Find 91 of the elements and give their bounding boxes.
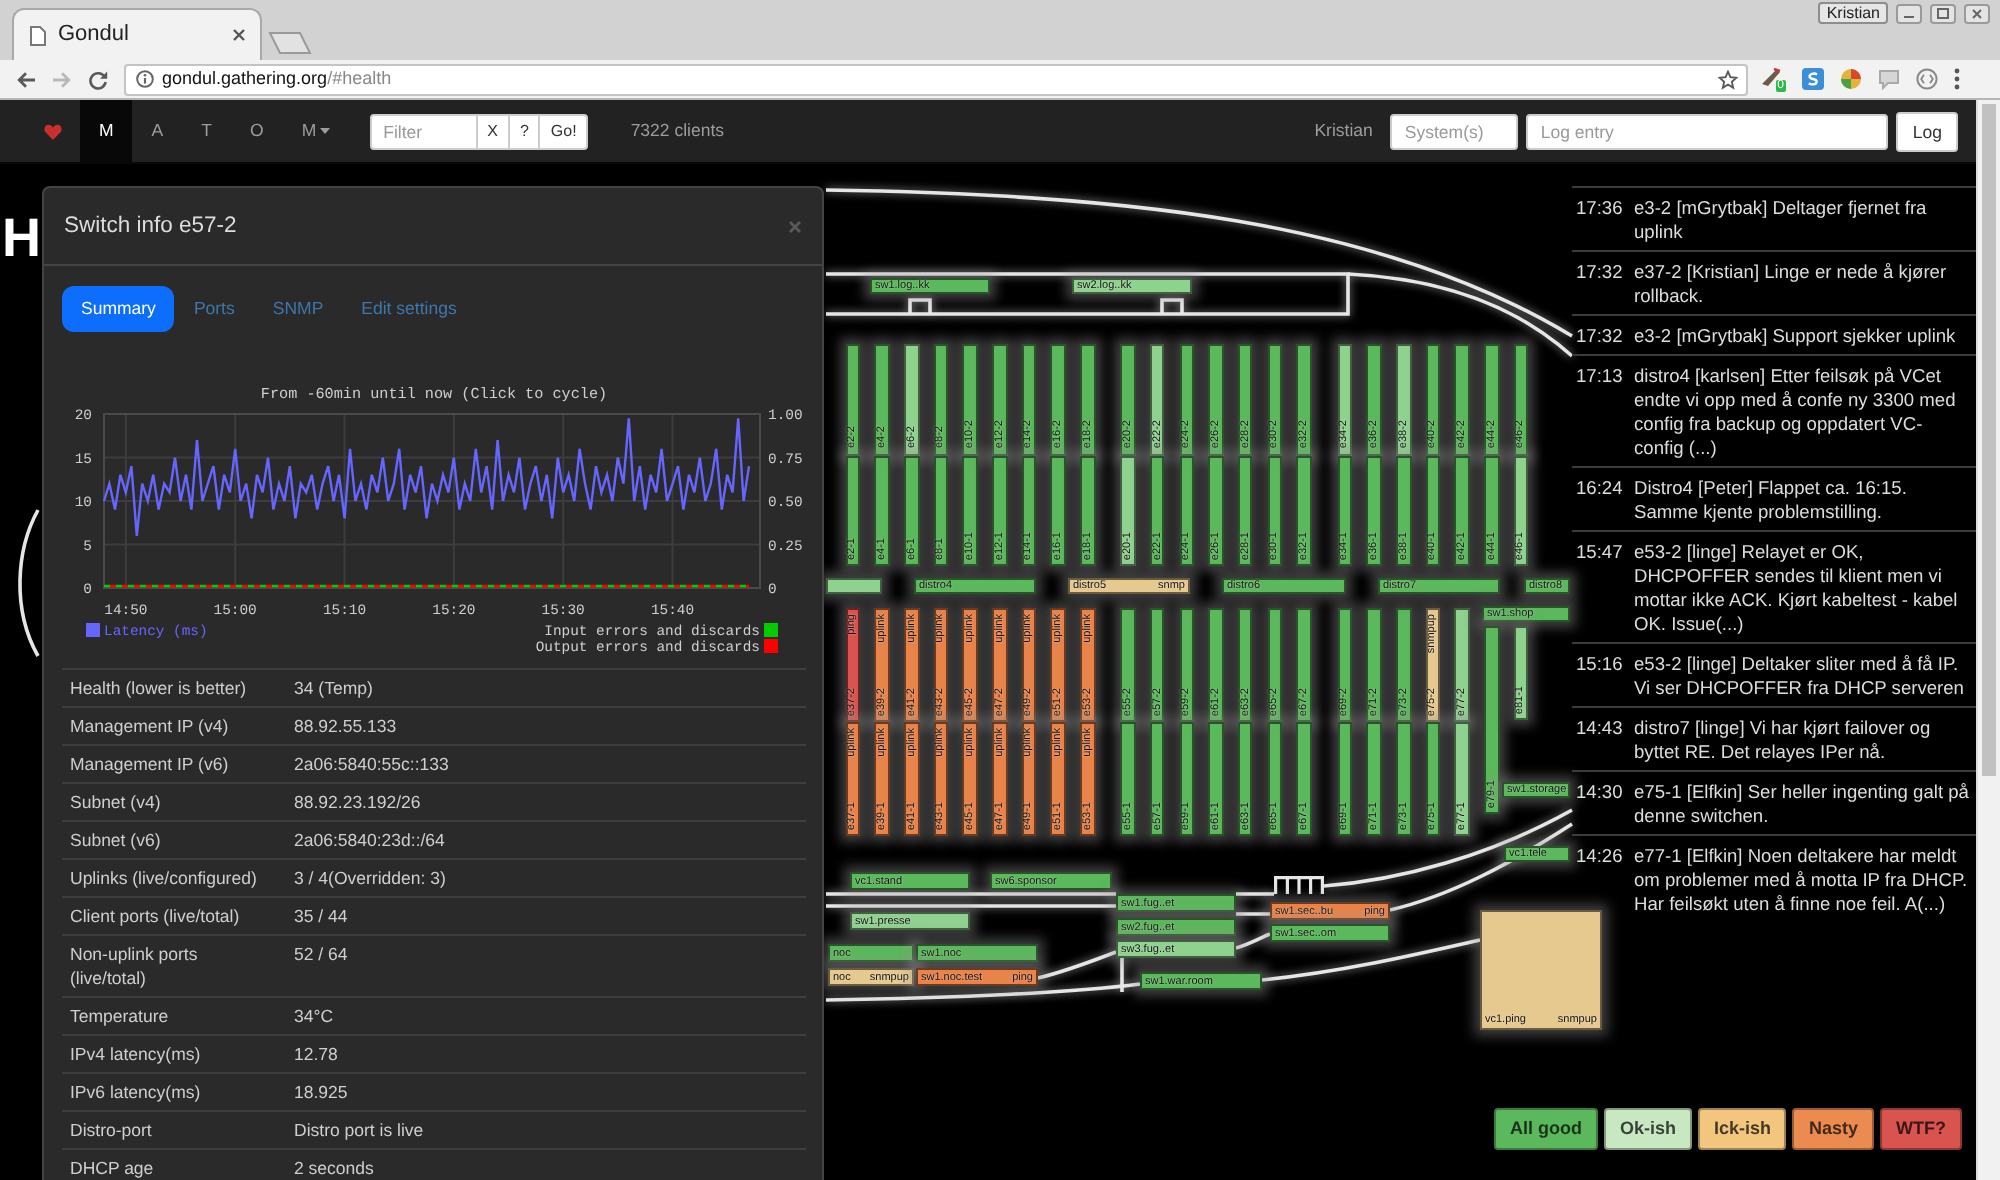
info-icon[interactable] xyxy=(136,70,154,88)
log-time: 15:16 xyxy=(1576,651,1625,677)
log-time: 14:30 xyxy=(1576,779,1625,805)
row-label: DHCP age xyxy=(62,1149,286,1180)
systems-field[interactable]: System(s) xyxy=(1390,113,1519,149)
star-icon[interactable] xyxy=(1718,69,1738,89)
row-label: Management IP (v4) xyxy=(62,707,286,745)
log-message: e53-2 [linge] Relayet er OK, DHCPOFFER sendes til klient men vi mottar ikke ACK. Kjørt kabeltest - kabel OK. Issue(...) xyxy=(1634,539,1960,635)
page-icon xyxy=(30,25,46,45)
row-value: 34°C xyxy=(286,997,806,1035)
row-label: Uplinks (live/configured) xyxy=(62,859,286,897)
tab[interactable]: Summary xyxy=(62,286,175,332)
row-label: IPv4 latency(ms) xyxy=(62,1035,286,1073)
log-time: 15:47 xyxy=(1576,539,1625,565)
nav-tab[interactable]: A xyxy=(132,100,183,162)
grid-icon xyxy=(1274,876,1324,896)
row-value: 2a06:5840:55c::133 xyxy=(286,745,806,783)
log-time: 17:32 xyxy=(1576,323,1625,347)
go-button[interactable]: Go! xyxy=(540,113,589,149)
scrollbar-track[interactable] xyxy=(1976,100,2000,1180)
maximize-icon[interactable] xyxy=(1930,3,1956,23)
log-time: 17:36 xyxy=(1576,195,1625,221)
profile-button[interactable]: Kristian xyxy=(1818,2,1888,24)
log-message: e77-1 [Elfkin] Noen deltakere har meldt om problemer med å motta IP fra DHCP. Har feilsøkt uten å finne noe feil. A(...) xyxy=(1634,843,1970,915)
log-message: e3-2 [mGrytbak] Deltager fjernet fra uplink xyxy=(1634,195,1929,243)
row-value: 35 / 44 xyxy=(286,897,806,935)
row-value: 88.92.23.192/26 xyxy=(286,783,806,821)
new-tab-icon[interactable] xyxy=(268,32,312,54)
reload-icon[interactable] xyxy=(88,69,108,89)
nav-tab[interactable]: T xyxy=(182,100,231,162)
health-filter-button[interactable]: All good xyxy=(1493,1108,1598,1150)
row-value: 34 (Temp) xyxy=(286,669,806,707)
log-time: 17:32 xyxy=(1576,259,1625,285)
row-label: Non-uplink ports (live/total) xyxy=(62,935,286,997)
address-bar[interactable]: gondul.gathering.org/#health xyxy=(124,63,1748,95)
row-value: 3 / 4(Overridden: 3) xyxy=(286,859,806,897)
scrollbar-thumb[interactable] xyxy=(1982,104,1996,776)
switch-box[interactable] xyxy=(826,578,882,594)
row-value: Distro port is live xyxy=(286,1111,806,1149)
row-value: 88.92.55.133 xyxy=(286,707,806,745)
log-message: distro7 [linge] Vi har kjørt failover og byttet RE. Det relayes IPer nå. xyxy=(1634,715,1933,763)
user-name: Kristian xyxy=(1314,119,1373,143)
health-filter-button[interactable]: Ok-ish xyxy=(1603,1108,1692,1150)
row-label: IPv6 latency(ms) xyxy=(62,1073,286,1111)
nav-tab[interactable]: M xyxy=(282,100,350,162)
back-icon[interactable] xyxy=(16,69,36,89)
health-filter-button[interactable]: Ick-ish xyxy=(1697,1108,1787,1150)
heart-icon[interactable] xyxy=(43,123,61,139)
close-icon[interactable] xyxy=(232,28,246,42)
log-message: distro4 [karlsen] Etter feilsøk på VCet endte vi opp med å confe ny 3300 med config fra backup og oppdatert VC-config (...) xyxy=(1634,363,1958,459)
row-value: 52 / 64 xyxy=(286,935,806,997)
health-filter-button[interactable]: WTF? xyxy=(1880,1108,1962,1150)
log-time: 14:26 xyxy=(1576,843,1625,869)
row-label: Subnet (v6) xyxy=(62,821,286,859)
log-message: e37-2 [Kristian] Linge er nede å kjører rollback. xyxy=(1634,259,1949,307)
health-filter-button[interactable]: Nasty xyxy=(1792,1108,1874,1150)
extension-icon[interactable] xyxy=(1916,68,1938,90)
log-message: e53-2 [linge] Deltaker sliter med å få IP. Vi ser DHCPOFFER fra DHCP serveren xyxy=(1634,651,1966,699)
panel-title: Switch info e57-2 xyxy=(64,212,237,240)
row-label: Client ports (live/total) xyxy=(62,897,286,935)
browser-tab[interactable]: Gondul xyxy=(12,8,262,60)
nav-tab[interactable]: M xyxy=(80,100,133,162)
row-label: Management IP (v6) xyxy=(62,745,286,783)
minimize-icon[interactable] xyxy=(1896,3,1922,23)
log-time: 17:13 xyxy=(1576,363,1625,389)
row-label: Distro-port xyxy=(62,1111,286,1149)
log-message: Distro4 [Peter] Flappet ca. 16:15. Samme kjente problemstilling. xyxy=(1634,475,1909,523)
menu-icon[interactable] xyxy=(1954,68,1960,90)
row-value: 18.925 xyxy=(286,1073,806,1111)
row-label: Health (lower is better) xyxy=(62,669,286,707)
client-count: 7322 clients xyxy=(630,117,725,144)
log-time: 14:43 xyxy=(1576,715,1625,741)
extension-icon[interactable] xyxy=(1802,68,1824,90)
log-message: e3-2 [mGrytbak] Support sjekker uplink xyxy=(1634,323,1958,347)
nav-tab[interactable]: O xyxy=(231,100,283,162)
filter-field[interactable]: Filter xyxy=(369,113,478,149)
row-value: 2 seconds xyxy=(286,1149,806,1180)
help-button[interactable]: ? xyxy=(509,113,541,149)
log-message: e75-1 [Elfkin] Ser heller ingenting galt på denne switchen. xyxy=(1634,779,1971,827)
close-icon[interactable] xyxy=(1964,3,1990,23)
row-value: 12.78 xyxy=(286,1035,806,1073)
row-label: Temperature xyxy=(62,997,286,1035)
row-value: 2a06:5840:23d::/64 xyxy=(286,821,806,859)
log-entry-field[interactable]: Log entry xyxy=(1526,113,1889,149)
extension-icon[interactable] xyxy=(1840,68,1862,90)
clear-button[interactable]: X xyxy=(477,113,510,149)
log-button[interactable]: Log xyxy=(1896,111,1958,151)
url-text: gondul.gathering.org/#health xyxy=(162,67,392,91)
page-heading: H xyxy=(2,208,41,268)
log-time: 16:24 xyxy=(1576,475,1625,501)
row-label: Subnet (v4) xyxy=(62,783,286,821)
